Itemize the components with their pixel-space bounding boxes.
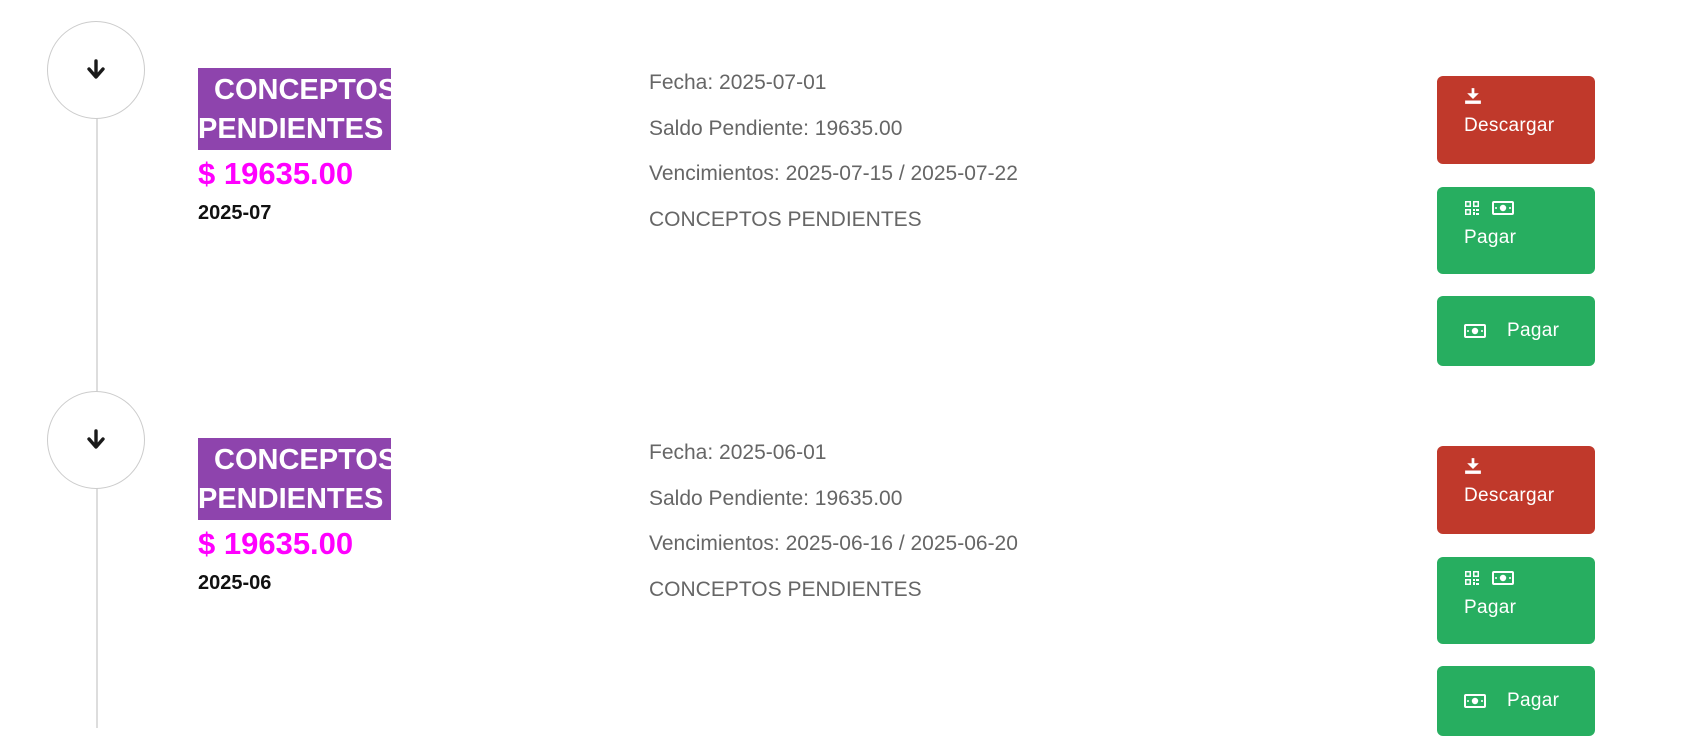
entry-details: Fecha: 2025-07-01 Saldo Pendiente: 19635…	[649, 68, 1018, 250]
pay-button-label: Pagar	[1507, 320, 1560, 341]
pay-qr-button[interactable]: Pagar	[1437, 557, 1595, 644]
detail-saldo: Saldo Pendiente: 19635.00	[649, 116, 903, 140]
entry-title-line2: PENDIENTES	[198, 113, 384, 145]
money-bill-icon	[1492, 201, 1514, 215]
payments-timeline: CONCEPTOS PENDIENTES $ 19635.00 2025-07 …	[0, 0, 1698, 746]
download-button[interactable]: Descargar	[1437, 76, 1595, 164]
arrow-down-icon	[84, 58, 108, 82]
download-button[interactable]: Descargar	[1437, 446, 1595, 534]
download-button-label: Descargar	[1464, 485, 1555, 506]
entry-title-badge: CONCEPTOS PENDIENTES	[198, 68, 391, 150]
qr-code-icon	[1464, 570, 1480, 586]
pay-qr-button-label: Pagar	[1464, 597, 1517, 618]
money-bill-icon	[1464, 324, 1486, 338]
qr-code-icon	[1464, 200, 1480, 216]
detail-concepto: CONCEPTOS PENDIENTES	[649, 207, 922, 231]
entry-period: 2025-07	[198, 202, 272, 224]
entry-amount: $ 19635.00	[198, 526, 354, 561]
pay-button-label: Pagar	[1507, 690, 1560, 711]
detail-vencimientos: Vencimientos: 2025-06-16 / 2025-06-20	[649, 532, 1018, 555]
timeline-entry: CONCEPTOS PENDIENTES $ 19635.00 2025-06 …	[0, 370, 1698, 740]
entry-title-line1: CONCEPTOS	[214, 444, 391, 476]
detail-fecha: Fecha: 2025-06-01	[649, 441, 827, 464]
arrow-down-icon	[84, 428, 108, 452]
timeline-entry: CONCEPTOS PENDIENTES $ 19635.00 2025-07 …	[0, 0, 1698, 370]
pay-qr-button-label: Pagar	[1464, 227, 1517, 248]
entry-amount: $ 19635.00	[198, 156, 354, 191]
detail-vencimientos: Vencimientos: 2025-07-15 / 2025-07-22	[649, 162, 1018, 185]
money-bill-icon	[1464, 694, 1486, 708]
expand-toggle[interactable]	[47, 391, 145, 489]
expand-toggle[interactable]	[47, 21, 145, 119]
entry-title-line2: PENDIENTES	[198, 483, 384, 515]
download-icon	[1464, 87, 1482, 105]
pay-qr-button[interactable]: Pagar	[1437, 187, 1595, 274]
entry-title-badge: CONCEPTOS PENDIENTES	[198, 438, 391, 520]
entry-title-line1: CONCEPTOS	[214, 74, 391, 106]
money-bill-icon	[1492, 571, 1514, 585]
detail-fecha: Fecha: 2025-07-01	[649, 71, 827, 94]
entry-period: 2025-06	[198, 572, 272, 594]
detail-concepto: CONCEPTOS PENDIENTES	[649, 577, 922, 601]
download-button-label: Descargar	[1464, 115, 1555, 136]
pay-button[interactable]: Pagar	[1437, 666, 1595, 736]
detail-saldo: Saldo Pendiente: 19635.00	[649, 486, 903, 510]
download-icon	[1464, 457, 1482, 475]
pay-button[interactable]: Pagar	[1437, 296, 1595, 366]
entry-details: Fecha: 2025-06-01 Saldo Pendiente: 19635…	[649, 438, 1018, 620]
